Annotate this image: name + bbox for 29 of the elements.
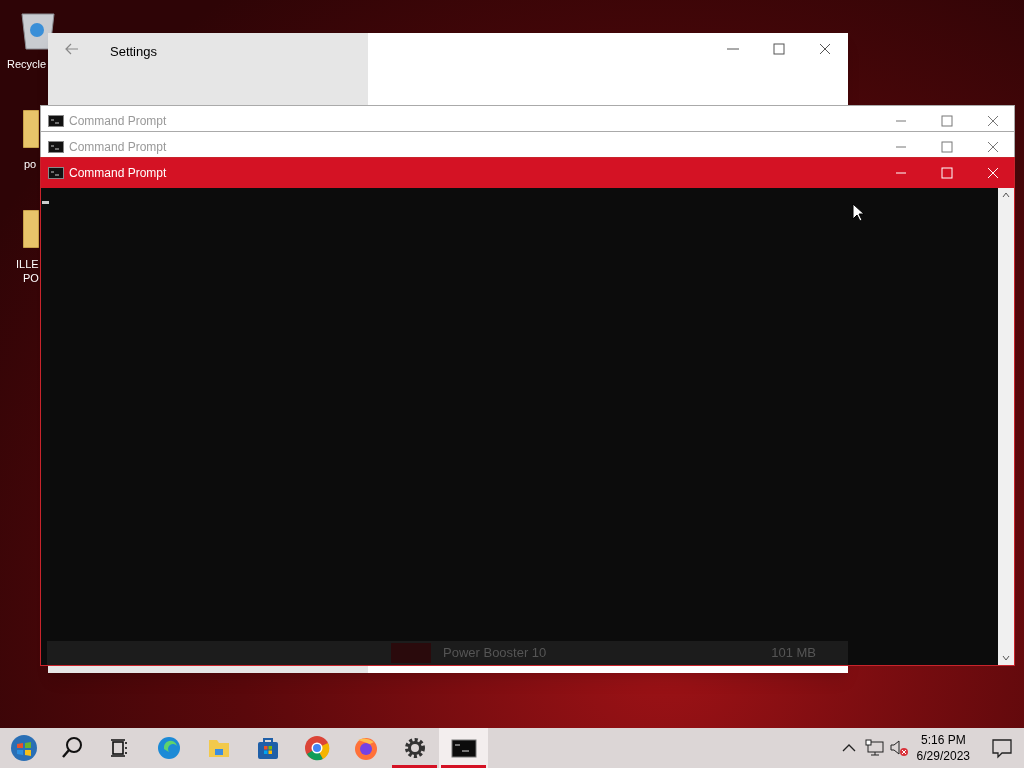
console-icon xyxy=(48,141,64,153)
chrome-icon xyxy=(302,734,331,762)
notification-icon[interactable] xyxy=(990,737,1014,759)
folder-icon xyxy=(23,110,39,148)
text-cursor xyxy=(42,201,49,204)
console-icon xyxy=(48,115,64,127)
window-title: Command Prompt xyxy=(69,113,168,130)
edge-icon xyxy=(155,734,183,762)
network-icon[interactable] xyxy=(864,739,885,757)
desktop-icon-label[interactable]: ILLE xyxy=(16,258,39,271)
desktop-icon-label[interactable]: po xyxy=(24,158,37,171)
desktop-icon-label[interactable]: PO xyxy=(23,272,39,285)
mouse-pointer-icon xyxy=(852,203,864,222)
muted-speaker-icon[interactable] xyxy=(888,739,909,757)
app-name: Power Booster 10 xyxy=(443,644,547,663)
scrollbar[interactable] xyxy=(998,188,1014,665)
clock-date[interactable]: 6/29/2023 xyxy=(916,748,970,764)
recycle-bin-icon xyxy=(20,10,56,50)
clock-time[interactable]: 5:16 PM xyxy=(920,732,966,748)
app-size: 101 MB xyxy=(771,644,816,663)
back-arrow-icon[interactable] xyxy=(65,43,79,55)
console-icon xyxy=(48,167,64,179)
window-title: Command Prompt xyxy=(69,165,168,182)
window-title: Settings xyxy=(110,43,157,61)
window-title: Command Prompt xyxy=(69,139,168,156)
folder-icon xyxy=(23,210,39,248)
desktop-icon-label[interactable]: Recycle xyxy=(7,58,47,71)
start-orb-icon xyxy=(10,734,38,762)
taskbar-terminal-button[interactable] xyxy=(439,728,488,768)
